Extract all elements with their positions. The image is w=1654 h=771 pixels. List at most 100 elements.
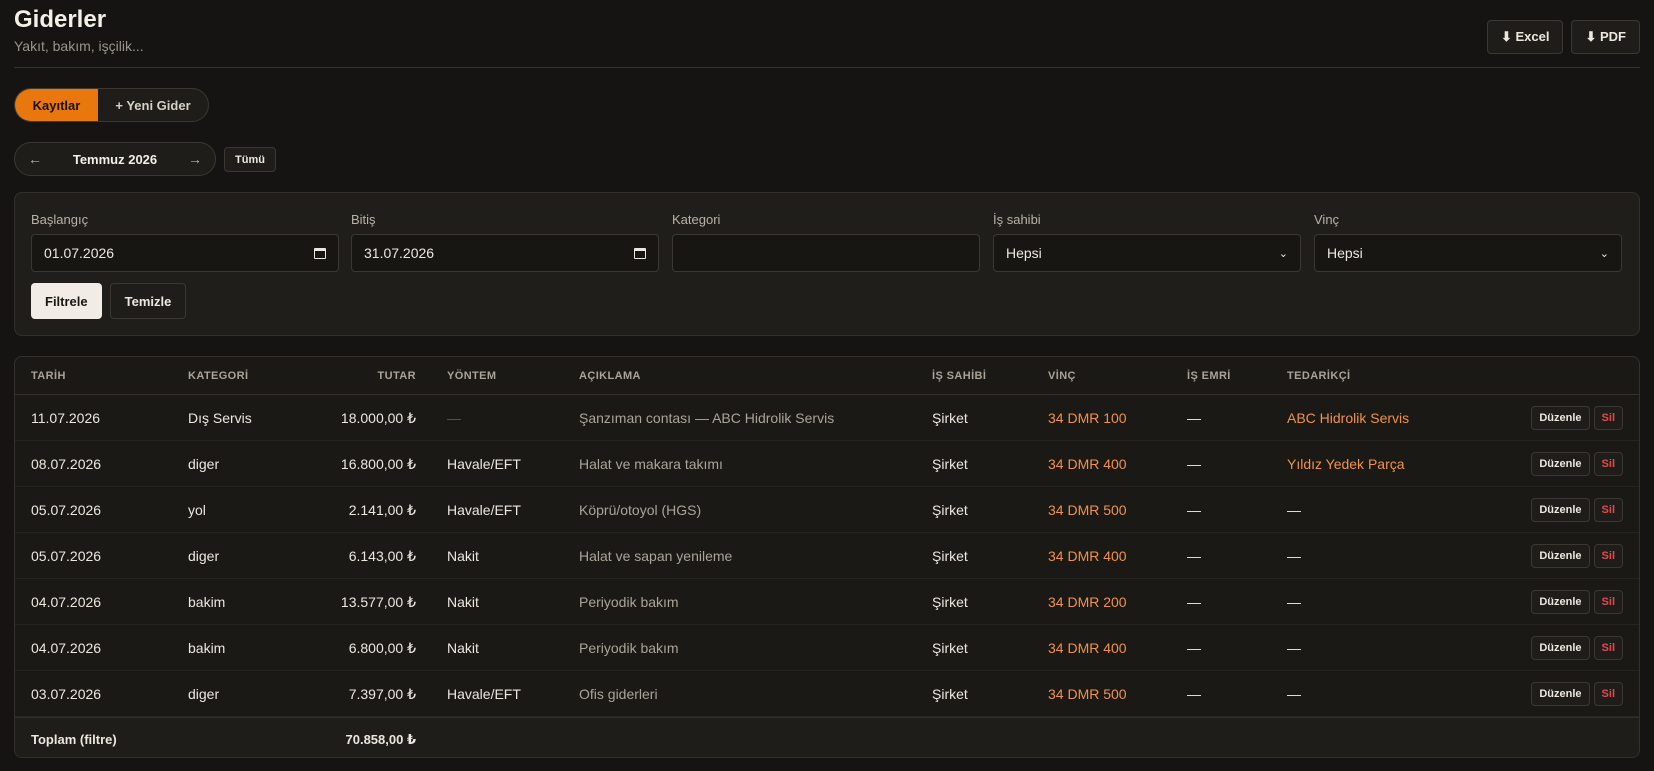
cell-method: Havale/EFT bbox=[447, 456, 521, 472]
start-date-input[interactable]: 01.07.2026 bbox=[31, 234, 339, 272]
cell-date: 05.07.2026 bbox=[31, 548, 102, 564]
header-description[interactable]: AÇIKLAMA bbox=[579, 370, 641, 382]
cell-supplier[interactable]: Yıldız Yedek Parça bbox=[1287, 456, 1405, 472]
expenses-page: Giderler Yakıt, bakım, işçilik... ⬇ Exce… bbox=[14, 0, 1640, 758]
delete-button[interactable]: Sil bbox=[1593, 682, 1623, 706]
cell-date: 11.07.2026 bbox=[31, 410, 101, 426]
next-month-button[interactable]: → bbox=[188, 151, 202, 167]
table-footer: Toplam (filtre) 70.858,00 ₺ bbox=[15, 717, 1639, 757]
export-excel-button[interactable]: ⬇ Excel bbox=[1487, 20, 1564, 54]
table-header: TARİH KATEGORİ TUTAR YÖNTEM AÇIKLAMA İŞ … bbox=[15, 357, 1639, 395]
cell-work-order: — bbox=[1187, 548, 1201, 564]
table-row[interactable]: 08.07.2026 diger 16.800,00 ₺ Havale/EFT Hala… bbox=[15, 441, 1639, 487]
cell-owner: Şirket bbox=[932, 502, 968, 518]
row-actions: Düzenle Sil bbox=[1531, 590, 1623, 614]
cell-date: 05.07.2026 bbox=[31, 502, 102, 518]
export-pdf-button[interactable]: ⬇ PDF bbox=[1571, 20, 1640, 54]
cell-amount: 13.577,00 ₺ bbox=[340, 594, 416, 610]
header-category[interactable]: KATEGORİ bbox=[188, 370, 248, 382]
current-month-label: Temmuz 2026 bbox=[72, 151, 158, 167]
tab-records[interactable]: Kayıtlar bbox=[15, 89, 98, 121]
cell-owner: Şirket bbox=[932, 410, 968, 426]
tab-new-expense[interactable]: + Yeni Gider bbox=[98, 89, 208, 121]
cell-work-order: — bbox=[1187, 594, 1201, 610]
header-supplier[interactable]: TEDARİKÇİ bbox=[1287, 370, 1351, 382]
start-date-value: 01.07.2026 bbox=[44, 245, 115, 261]
total-amount: 70.858,00 ₺ bbox=[345, 732, 417, 747]
crane-label: Vinç bbox=[1314, 212, 1340, 227]
calendar-icon[interactable] bbox=[634, 247, 646, 259]
edit-button[interactable]: Düzenle bbox=[1531, 452, 1590, 476]
end-date-input[interactable]: 31.07.2026 bbox=[351, 234, 659, 272]
cell-description: Periyodik bakım bbox=[579, 594, 679, 610]
cell-description: Şanzıman contası — ABC Hidrolik Servis bbox=[579, 410, 835, 426]
cell-method: Havale/EFT bbox=[447, 502, 521, 518]
delete-button[interactable]: Sil bbox=[1593, 544, 1623, 568]
table-row[interactable]: 05.07.2026 diger 6.143,00 ₺ Nakit Halat ve s… bbox=[15, 533, 1639, 579]
table-row[interactable]: 11.07.2026 Dış Servis 18.000,00 ₺ — Şanzıman… bbox=[15, 395, 1639, 441]
crane-select[interactable]: Hepsi ⌄ bbox=[1314, 234, 1622, 272]
clear-filter-button[interactable]: Temizle bbox=[109, 283, 187, 319]
cell-description: Halat ve makara takımı bbox=[579, 456, 723, 472]
header-amount[interactable]: TUTAR bbox=[378, 370, 416, 382]
row-actions: Düzenle Sil bbox=[1531, 544, 1623, 568]
table-row[interactable]: 04.07.2026 bakim 13.577,00 ₺ Nakit Periyodik… bbox=[15, 579, 1639, 625]
page-title: Giderler bbox=[14, 6, 107, 33]
cell-amount: 18.000,00 ₺ bbox=[340, 410, 416, 426]
crane-select-value: Hepsi bbox=[1327, 245, 1363, 261]
cell-category: diger bbox=[188, 686, 220, 702]
cell-method: Nakit bbox=[447, 640, 479, 656]
table-row[interactable]: 03.07.2026 diger 7.397,00 ₺ Havale/EFT Ofis … bbox=[15, 671, 1639, 717]
prev-month-button[interactable]: ← bbox=[28, 151, 42, 167]
chevron-down-icon: ⌄ bbox=[1599, 247, 1609, 260]
cell-owner: Şirket bbox=[932, 686, 968, 702]
edit-button[interactable]: Düzenle bbox=[1531, 682, 1590, 706]
edit-button[interactable]: Düzenle bbox=[1531, 544, 1590, 568]
table-row[interactable]: 04.07.2026 bakim 6.800,00 ₺ Nakit Periyodik … bbox=[15, 625, 1639, 671]
owner-select[interactable]: Hepsi ⌄ bbox=[993, 234, 1301, 272]
cell-crane[interactable]: 34 DMR 500 bbox=[1048, 686, 1127, 702]
cell-category: diger bbox=[188, 548, 220, 564]
edit-button[interactable]: Düzenle bbox=[1531, 406, 1590, 430]
cell-crane[interactable]: 34 DMR 400 bbox=[1048, 640, 1127, 656]
cell-crane[interactable]: 34 DMR 100 bbox=[1048, 410, 1127, 426]
apply-filter-button[interactable]: Filtrele bbox=[31, 283, 102, 319]
delete-button[interactable]: Sil bbox=[1593, 636, 1623, 660]
cell-crane[interactable]: 34 DMR 500 bbox=[1048, 502, 1127, 518]
header-crane[interactable]: VİNÇ bbox=[1048, 370, 1076, 382]
table-body: 11.07.2026 Dış Servis 18.000,00 ₺ — Şanzıman… bbox=[15, 395, 1639, 717]
category-input[interactable] bbox=[672, 234, 980, 272]
calendar-icon[interactable] bbox=[314, 247, 326, 259]
category-field: Kategori bbox=[672, 212, 980, 272]
start-date-label: Başlangıç bbox=[31, 212, 89, 227]
delete-button[interactable]: Sil bbox=[1593, 498, 1623, 522]
header-work-order[interactable]: İŞ EMRİ bbox=[1187, 370, 1231, 382]
cell-category: bakim bbox=[188, 640, 226, 656]
delete-button[interactable]: Sil bbox=[1593, 452, 1623, 476]
cell-amount: 6.143,00 ₺ bbox=[348, 548, 416, 564]
header-method[interactable]: YÖNTEM bbox=[447, 370, 496, 382]
table-row[interactable]: 05.07.2026 yol 2.141,00 ₺ Havale/EFT Köprü/o… bbox=[15, 487, 1639, 533]
owner-select-value: Hepsi bbox=[1006, 245, 1042, 261]
cell-amount: 6.800,00 ₺ bbox=[348, 640, 416, 656]
cell-crane[interactable]: 34 DMR 400 bbox=[1048, 548, 1127, 564]
page-header: Giderler Yakıt, bakım, işçilik... ⬇ Exce… bbox=[14, 0, 1640, 68]
end-date-value: 31.07.2026 bbox=[364, 245, 435, 261]
edit-button[interactable]: Düzenle bbox=[1531, 498, 1590, 522]
cell-method: Nakit bbox=[447, 594, 479, 610]
cell-crane[interactable]: 34 DMR 200 bbox=[1048, 594, 1127, 610]
cell-work-order: — bbox=[1187, 456, 1201, 472]
cell-owner: Şirket bbox=[932, 594, 968, 610]
delete-button[interactable]: Sil bbox=[1593, 590, 1623, 614]
cell-supplier[interactable]: ABC Hidrolik Servis bbox=[1287, 410, 1409, 426]
header-owner[interactable]: İŞ SAHİBİ bbox=[932, 370, 986, 382]
header-date[interactable]: TARİH bbox=[31, 370, 66, 382]
cell-category: Dış Servis bbox=[188, 410, 252, 426]
cell-owner: Şirket bbox=[932, 456, 968, 472]
all-months-button[interactable]: Tümü bbox=[224, 147, 276, 172]
delete-button[interactable]: Sil bbox=[1593, 406, 1623, 430]
cell-crane[interactable]: 34 DMR 400 bbox=[1048, 456, 1127, 472]
edit-button[interactable]: Düzenle bbox=[1531, 590, 1590, 614]
cell-method: Havale/EFT bbox=[447, 686, 521, 702]
edit-button[interactable]: Düzenle bbox=[1531, 636, 1590, 660]
